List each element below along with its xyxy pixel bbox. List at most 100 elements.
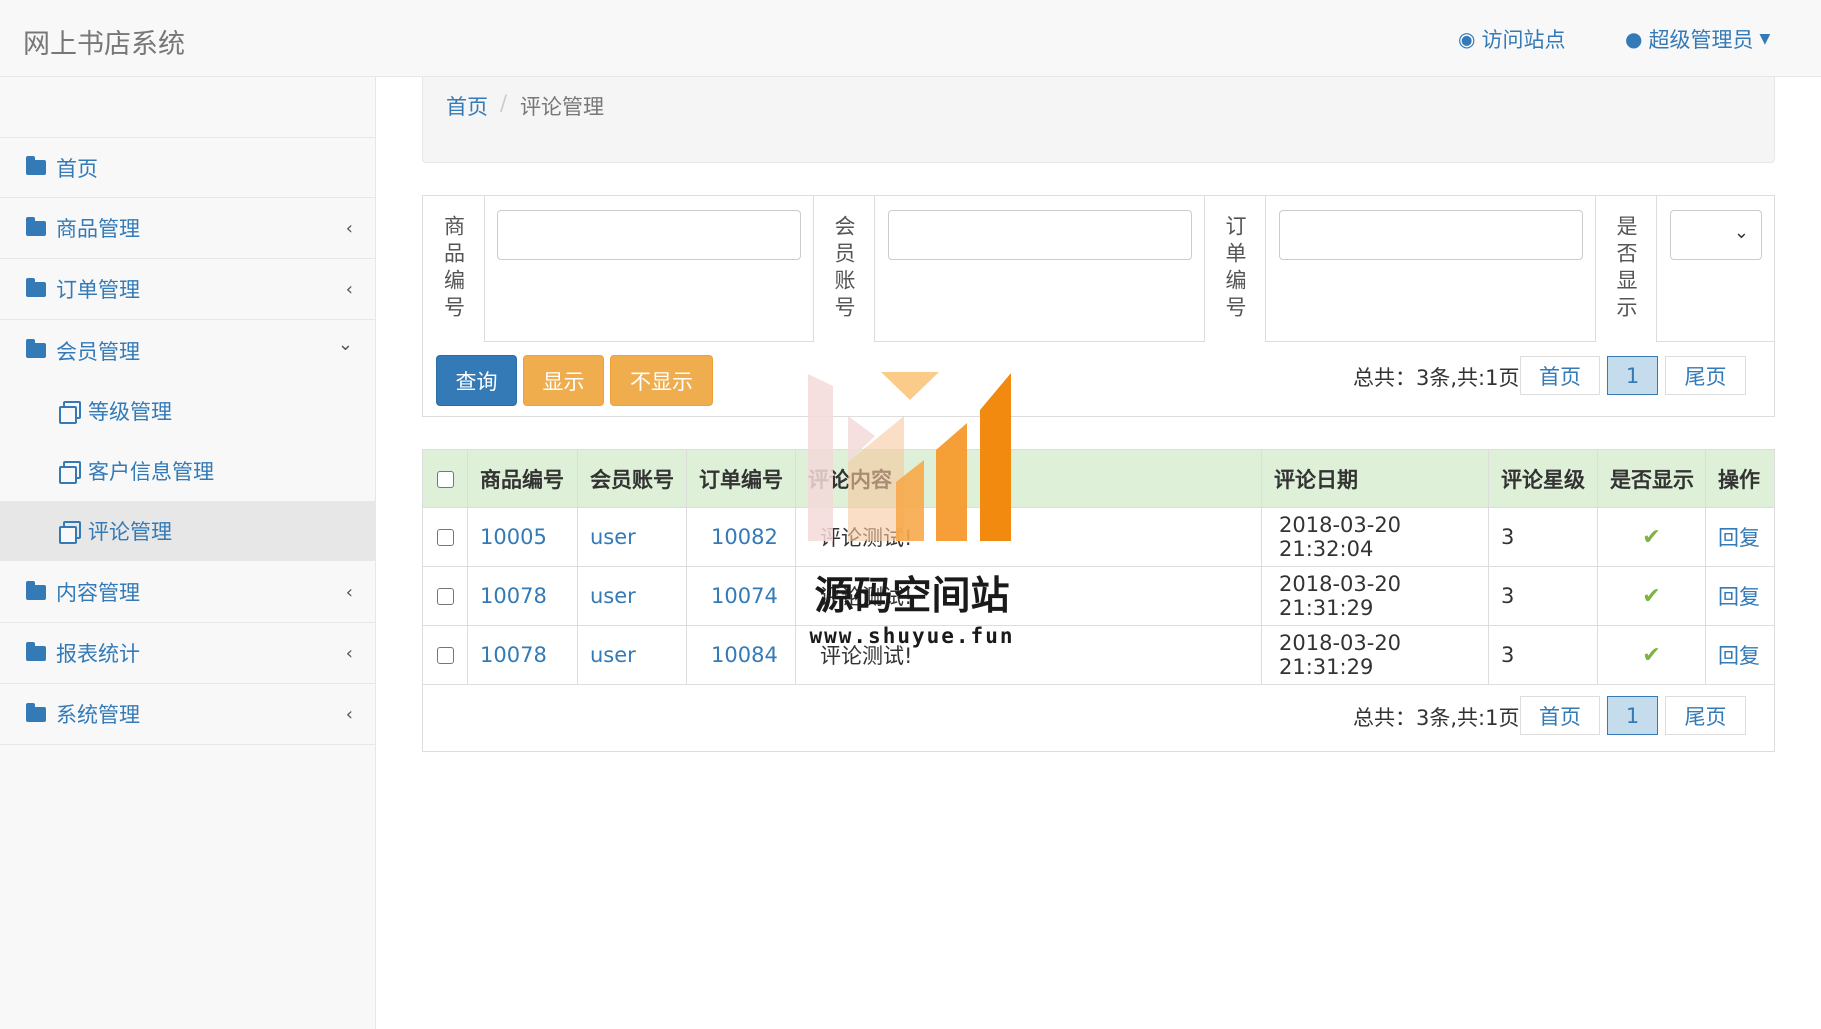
sidebar-item-products[interactable]: 商品管理 ‹ (0, 198, 375, 259)
sidebar-subitem-label: 客户信息管理 (88, 460, 214, 484)
watermark-url: www.shuyue.fun (809, 624, 1014, 648)
comment-stars: 3 (1489, 626, 1598, 684)
order-id-link[interactable]: 10084 (687, 626, 796, 684)
sidebar-item-content[interactable]: 内容管理 ‹ (0, 562, 375, 623)
pagination-summary: 总共：3条,共:1页 (1353, 366, 1520, 390)
pagination-last-button[interactable]: 尾页 (1665, 696, 1746, 735)
sidebar-item-label: 订单管理 (56, 278, 140, 302)
member-account-link[interactable]: user (578, 508, 687, 566)
folder-icon (26, 702, 46, 722)
folder-icon (26, 580, 46, 600)
watermark-title: 源码空间站 (814, 574, 1009, 619)
table-row: 10078 user 10074 评论测试! 2018-03-20 21:31:… (423, 567, 1774, 626)
watermark: 源码空间站 www.shuyue.fun (800, 370, 1040, 670)
user-icon: ● (1625, 27, 1643, 51)
check-icon: ✔ (1642, 583, 1661, 609)
chevron-left-icon: ‹ (345, 703, 353, 725)
chevron-down-icon: ⌄ (337, 334, 353, 355)
table-row: 10005 user 10082 评论测试! 2018-03-20 21:32:… (423, 508, 1774, 567)
product-id-link[interactable]: 10078 (468, 567, 578, 625)
chevron-left-icon: ‹ (345, 642, 353, 664)
product-id-link[interactable]: 10005 (468, 508, 578, 566)
product-id-input[interactable] (497, 210, 801, 260)
sidebar-subitem-label: 评论管理 (88, 519, 172, 544)
sidebar-item-label: 内容管理 (56, 581, 140, 605)
row-checkbox[interactable] (436, 587, 454, 605)
query-button[interactable]: 查询 (436, 355, 517, 406)
sidebar-item-label: 首页 (56, 156, 98, 181)
sidebar-subitem-comments[interactable]: 评论管理 (0, 501, 375, 561)
column-header-date[interactable]: 评论日期 (1262, 450, 1489, 508)
order-id-label: 订单编号 (1204, 196, 1266, 342)
breadcrumb-current: 评论管理 (520, 95, 604, 119)
sidebar-item-label: 系统管理 (56, 703, 140, 727)
comment-date: 2018-03-20 21:32:04 (1262, 508, 1489, 566)
reply-link[interactable]: 回复 (1706, 508, 1774, 566)
visit-site-link[interactable]: ◉ 访问站点 (1458, 24, 1565, 54)
sidebar-item-reports[interactable]: 报表统计 ‹ (0, 623, 375, 684)
visit-site-label: 访问站点 (1481, 28, 1566, 52)
column-header-shown[interactable]: 是否显示 (1598, 450, 1706, 508)
chevron-left-icon: ‹ (345, 278, 353, 300)
folder-icon (26, 156, 46, 175)
pagination-last-button[interactable]: 尾页 (1665, 356, 1746, 395)
member-account-link[interactable]: user (578, 567, 687, 625)
member-account-label: 会员账号 (813, 196, 875, 342)
is-shown-label: 是否显示 (1595, 196, 1657, 342)
product-id-link[interactable]: 10078 (468, 626, 578, 684)
app-title[interactable]: 网上书店系统 (23, 22, 185, 61)
select-all-checkbox-cell (423, 450, 468, 508)
folder-open-icon (26, 339, 46, 358)
reply-link[interactable]: 回复 (1706, 626, 1774, 684)
comment-stars: 3 (1489, 508, 1598, 566)
top-navbar: 网上书店系统 ◉ 访问站点 ● 超级管理员 ▼ (0, 0, 1821, 77)
check-icon: ✔ (1642, 642, 1661, 668)
comment-date: 2018-03-20 21:31:29 (1262, 626, 1489, 684)
breadcrumb: 首页 / 评论管理 (422, 77, 1775, 163)
sidebar-subitem-customers[interactable]: 客户信息管理 (0, 441, 375, 501)
reply-link[interactable]: 回复 (1706, 567, 1774, 625)
comment-date: 2018-03-20 21:31:29 (1262, 567, 1489, 625)
comment-stars: 3 (1489, 567, 1598, 625)
pagination-page-button[interactable]: 1 (1607, 356, 1658, 395)
search-panel: 商品编号 会员账号 订单编号 是否显示 ⌄ 查询 显示 不显示 总共：3条,共:… (422, 195, 1775, 417)
pagination-first-button[interactable]: 首页 (1520, 356, 1600, 395)
sidebar: 首页 商品管理 ‹ 订单管理 ‹ 会员管理 ⌄ 等级管理 客户信息管理 评论管理… (0, 77, 376, 1029)
copy-icon (58, 460, 81, 484)
pagination-first-button[interactable]: 首页 (1520, 696, 1600, 735)
comments-table: 商品编号 会员账号 订单编号 评论内容 评论日期 评论星级 是否显示 操作 10… (422, 449, 1775, 752)
sidebar-item-orders[interactable]: 订单管理 ‹ (0, 259, 375, 320)
breadcrumb-home-link[interactable]: 首页 (446, 91, 488, 121)
breadcrumb-separator: / (500, 91, 508, 115)
column-header-member[interactable]: 会员账号 (578, 450, 687, 508)
order-id-link[interactable]: 10082 (687, 508, 796, 566)
order-id-input[interactable] (1279, 210, 1583, 260)
user-menu-dropdown[interactable]: ● 超级管理员 ▼ (1625, 24, 1770, 54)
sidebar-item-label: 商品管理 (56, 217, 140, 241)
table-header-row: 商品编号 会员账号 订单编号 评论内容 评论日期 评论星级 是否显示 操作 (423, 450, 1774, 508)
sidebar-item-home[interactable]: 首页 (0, 137, 375, 198)
column-header-action: 操作 (1718, 468, 1760, 492)
row-checkbox[interactable] (436, 528, 454, 546)
user-menu-label: 超级管理员 (1648, 28, 1754, 52)
sidebar-item-members[interactable]: 会员管理 ⌄ (0, 320, 375, 381)
column-header-product[interactable]: 商品编号 (468, 450, 578, 508)
folder-icon (26, 277, 46, 297)
sidebar-item-system[interactable]: 系统管理 ‹ (0, 684, 375, 745)
is-shown-select[interactable]: ⌄ (1670, 210, 1762, 260)
chevron-down-icon: ⌄ (1733, 222, 1749, 243)
select-all-checkbox[interactable] (436, 470, 454, 488)
member-account-link[interactable]: user (578, 626, 687, 684)
sidebar-item-label: 报表统计 (56, 642, 140, 666)
show-button[interactable]: 显示 (523, 355, 604, 406)
column-header-order[interactable]: 订单编号 (687, 450, 796, 508)
hide-button[interactable]: 不显示 (610, 355, 713, 406)
sidebar-item-label: 会员管理 (56, 339, 140, 364)
copy-icon (58, 400, 81, 424)
column-header-stars[interactable]: 评论星级 (1489, 450, 1598, 508)
pagination-page-button[interactable]: 1 (1607, 696, 1658, 735)
member-account-input[interactable] (888, 210, 1192, 260)
order-id-link[interactable]: 10074 (687, 567, 796, 625)
row-checkbox[interactable] (436, 646, 454, 664)
sidebar-subitem-levels[interactable]: 等级管理 (0, 381, 375, 441)
